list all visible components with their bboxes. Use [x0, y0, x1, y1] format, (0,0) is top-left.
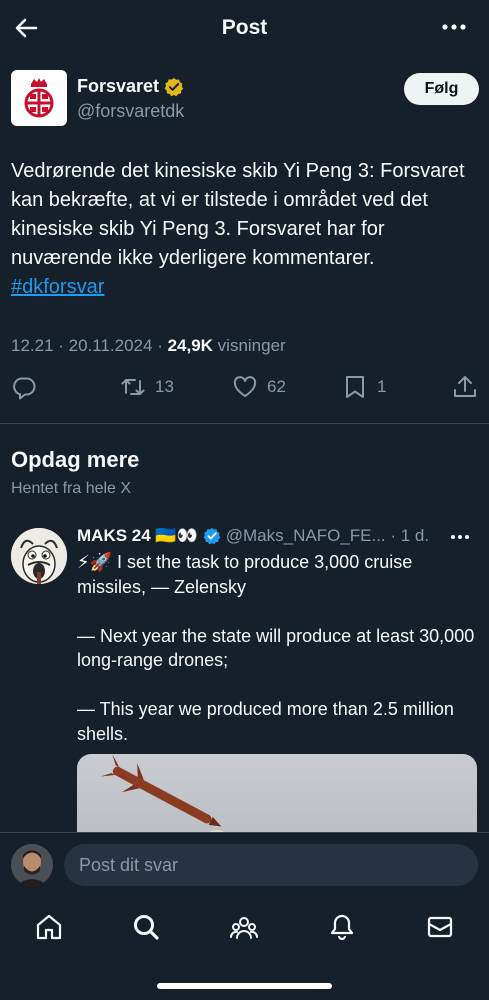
bookmark-count: 1	[377, 377, 387, 396]
follow-button[interactable]: Følg	[404, 73, 479, 105]
author-name[interactable]: Forsvaret	[77, 76, 159, 97]
reply-button[interactable]	[11, 374, 37, 400]
bookmark-button[interactable]: 1	[342, 374, 386, 400]
tweet-header: MAKS 24 🇺🇦👀 @Maks_NAFO_FE... · 1 d.	[77, 526, 429, 546]
discover-title: Opdag mere	[11, 447, 140, 472]
avatar[interactable]	[11, 844, 53, 886]
page-title: Post	[221, 16, 268, 39]
like-icon	[233, 376, 257, 397]
reply-bar	[0, 832, 489, 896]
home-indicator	[157, 983, 332, 989]
bookmark-icon	[346, 376, 364, 398]
post-timestamp: 12.21 · 20.11.2024 ·	[11, 336, 168, 355]
reply-input[interactable]	[64, 844, 478, 886]
avatar[interactable]	[11, 70, 67, 126]
avatar[interactable]	[11, 528, 67, 584]
views-count: 24,9K	[167, 336, 213, 355]
hashtag-link[interactable]: #dkforsvar	[11, 276, 104, 298]
reply-icon	[13, 377, 36, 400]
share-button[interactable]	[452, 374, 478, 400]
post-text: Vedrørende det kinesiske skib Yi Peng 3:…	[11, 157, 471, 302]
user-avatar-icon	[11, 844, 53, 886]
discover-subtitle: Hentet fra hele X	[11, 480, 132, 497]
post-body: Vedrørende det kinesiske skib Yi Peng 3:…	[11, 160, 465, 269]
share-icon	[454, 376, 476, 397]
verified-gold-icon	[164, 77, 184, 96]
like-button[interactable]: 62	[232, 374, 286, 400]
cartoon-dog-avatar-icon	[11, 528, 67, 584]
messages-icon[interactable]	[425, 912, 455, 942]
tweet-text: ⚡🚀 I set the task to produce 3,000 cruis…	[77, 552, 475, 744]
retweet-button[interactable]: 13	[120, 374, 174, 400]
views-label: visninger	[212, 336, 286, 355]
forsvaret-logo-icon	[24, 78, 54, 118]
post-meta: 12.21 · 20.11.2024 · 24,9K visninger	[11, 336, 286, 356]
author-handle[interactable]: @forsvaretdk	[77, 101, 184, 122]
more-icon[interactable]	[449, 528, 471, 546]
notifications-icon[interactable]	[327, 912, 357, 942]
more-icon[interactable]	[439, 15, 469, 39]
tweet-handle-time[interactable]: @Maks_NAFO_FE... · 1 d.	[226, 526, 429, 546]
like-count: 62	[267, 377, 286, 396]
search-icon[interactable]	[131, 912, 161, 942]
post-author: Forsvaret @forsvaretdk Følg	[11, 70, 479, 128]
home-icon[interactable]	[34, 912, 64, 942]
author-name-line[interactable]: Forsvaret	[77, 76, 184, 97]
top-bar: Post	[0, 0, 489, 56]
bottom-navigation	[0, 896, 489, 1000]
post-actions: 13 62 1	[0, 372, 489, 406]
divider	[0, 423, 489, 424]
verified-blue-icon	[203, 527, 221, 545]
communities-icon[interactable]	[229, 912, 259, 942]
retweet-count: 13	[155, 377, 174, 396]
retweet-icon	[121, 379, 145, 395]
tweet-author-name[interactable]: MAKS 24 🇺🇦👀	[77, 526, 198, 546]
